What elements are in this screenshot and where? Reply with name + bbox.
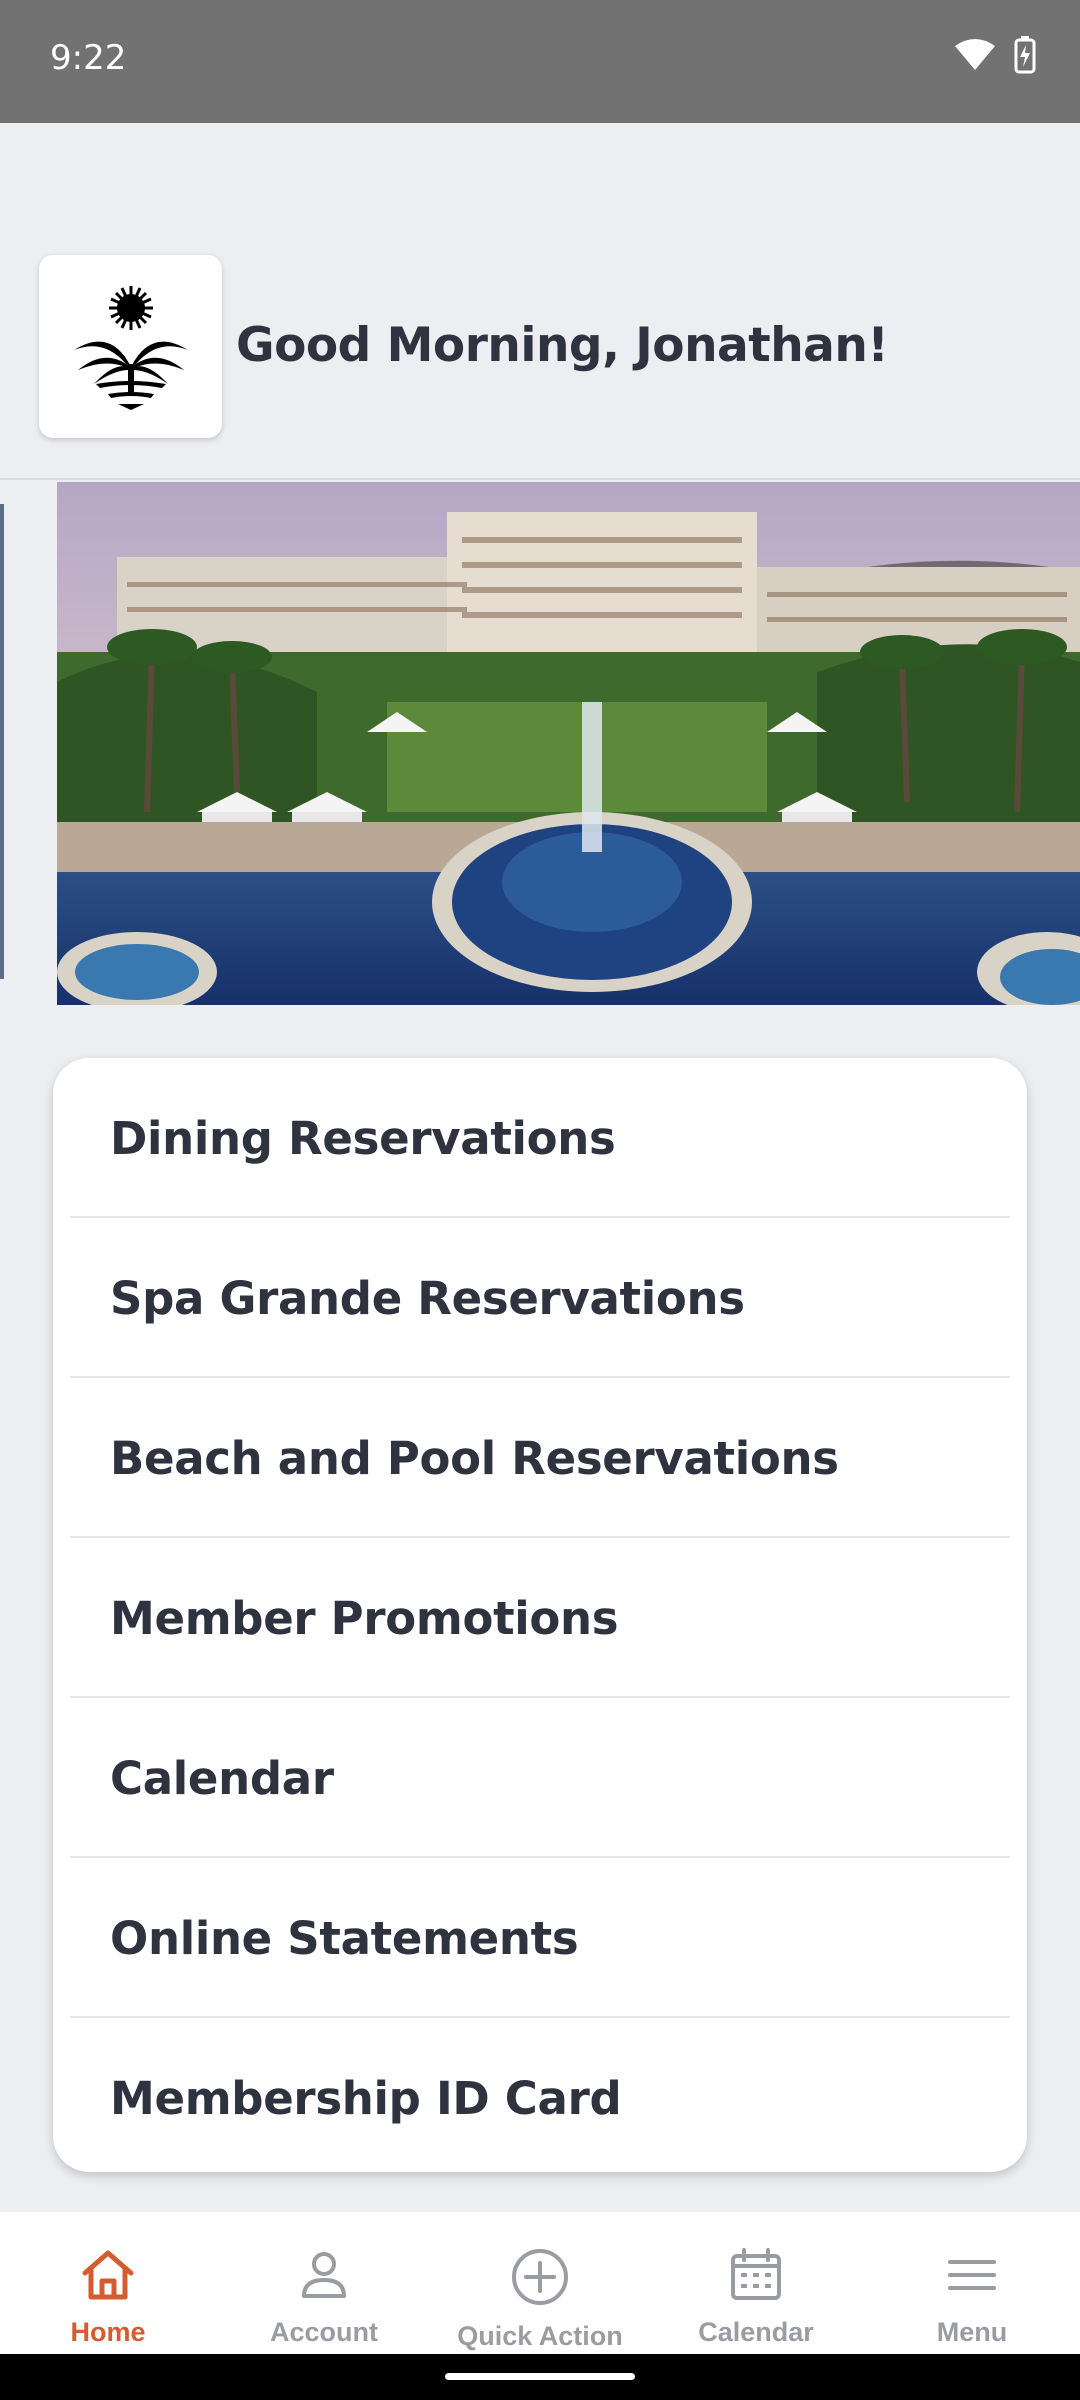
hamburger-menu-icon xyxy=(944,2248,1000,2307)
nav-tab-account[interactable]: Account xyxy=(216,2212,432,2354)
club-logo xyxy=(39,255,222,438)
nav-tab-quick-action[interactable]: Quick Action xyxy=(432,2212,648,2354)
status-time: 9:22 xyxy=(50,38,127,78)
home-icon xyxy=(80,2248,136,2307)
menu-item-label: Dining Reservations xyxy=(110,1111,616,1165)
nav-tab-home[interactable]: Home xyxy=(0,2212,216,2354)
carousel-previous-slide[interactable] xyxy=(0,504,4,979)
battery-charging-icon xyxy=(1014,36,1036,79)
menu-item-label: Beach and Pool Reservations xyxy=(110,1431,839,1485)
menu-item-online-statements[interactable]: Online Statements xyxy=(53,1858,1027,2018)
nav-label: Quick Action xyxy=(457,2321,623,2351)
resort-pool-photo[interactable] xyxy=(57,482,1080,1005)
menu-item-label: Calendar xyxy=(110,1751,334,1805)
bottom-navigation: Home Account Quick Action Calendar Menu xyxy=(0,2212,1080,2354)
palm-tree-sun-logo xyxy=(73,285,188,410)
menu-item-label: Spa Grande Reservations xyxy=(110,1271,745,1325)
status-icons xyxy=(954,36,1036,79)
plus-circle-icon xyxy=(511,2248,569,2311)
quick-links-menu: Dining Reservations Spa Grande Reservati… xyxy=(53,1058,1027,2172)
nav-label: Calendar xyxy=(698,2317,814,2347)
nav-tab-calendar[interactable]: Calendar xyxy=(648,2212,864,2354)
menu-item-calendar[interactable]: Calendar xyxy=(53,1698,1027,1858)
menu-item-spa-grande-reservations[interactable]: Spa Grande Reservations xyxy=(53,1218,1027,1378)
menu-item-beach-pool-reservations[interactable]: Beach and Pool Reservations xyxy=(53,1378,1027,1538)
nav-label: Home xyxy=(70,2317,146,2347)
menu-item-label: Online Statements xyxy=(110,1911,579,1965)
nav-label: Account xyxy=(270,2317,378,2347)
menu-item-dining-reservations[interactable]: Dining Reservations xyxy=(53,1058,1027,1218)
home-header: Good Morning, Jonathan! xyxy=(0,123,1080,480)
home-gesture-handle[interactable] xyxy=(445,2373,635,2380)
system-gesture-bar xyxy=(0,2354,1080,2400)
menu-item-label: Membership ID Card xyxy=(110,2071,622,2125)
header-divider xyxy=(0,478,1080,480)
menu-item-label: Member Promotions xyxy=(110,1591,619,1645)
nav-label: Menu xyxy=(936,2317,1008,2347)
menu-item-membership-id-card[interactable]: Membership ID Card xyxy=(53,2018,1027,2172)
nav-tab-menu[interactable]: Menu xyxy=(864,2212,1080,2354)
image-carousel[interactable] xyxy=(0,482,1080,1005)
status-bar: 9:22 xyxy=(0,0,1080,123)
menu-item-member-promotions[interactable]: Member Promotions xyxy=(53,1538,1027,1698)
person-icon xyxy=(296,2248,352,2307)
calendar-icon xyxy=(728,2248,784,2307)
wifi-icon xyxy=(954,38,996,77)
greeting-text: Good Morning, Jonathan! xyxy=(236,318,889,373)
